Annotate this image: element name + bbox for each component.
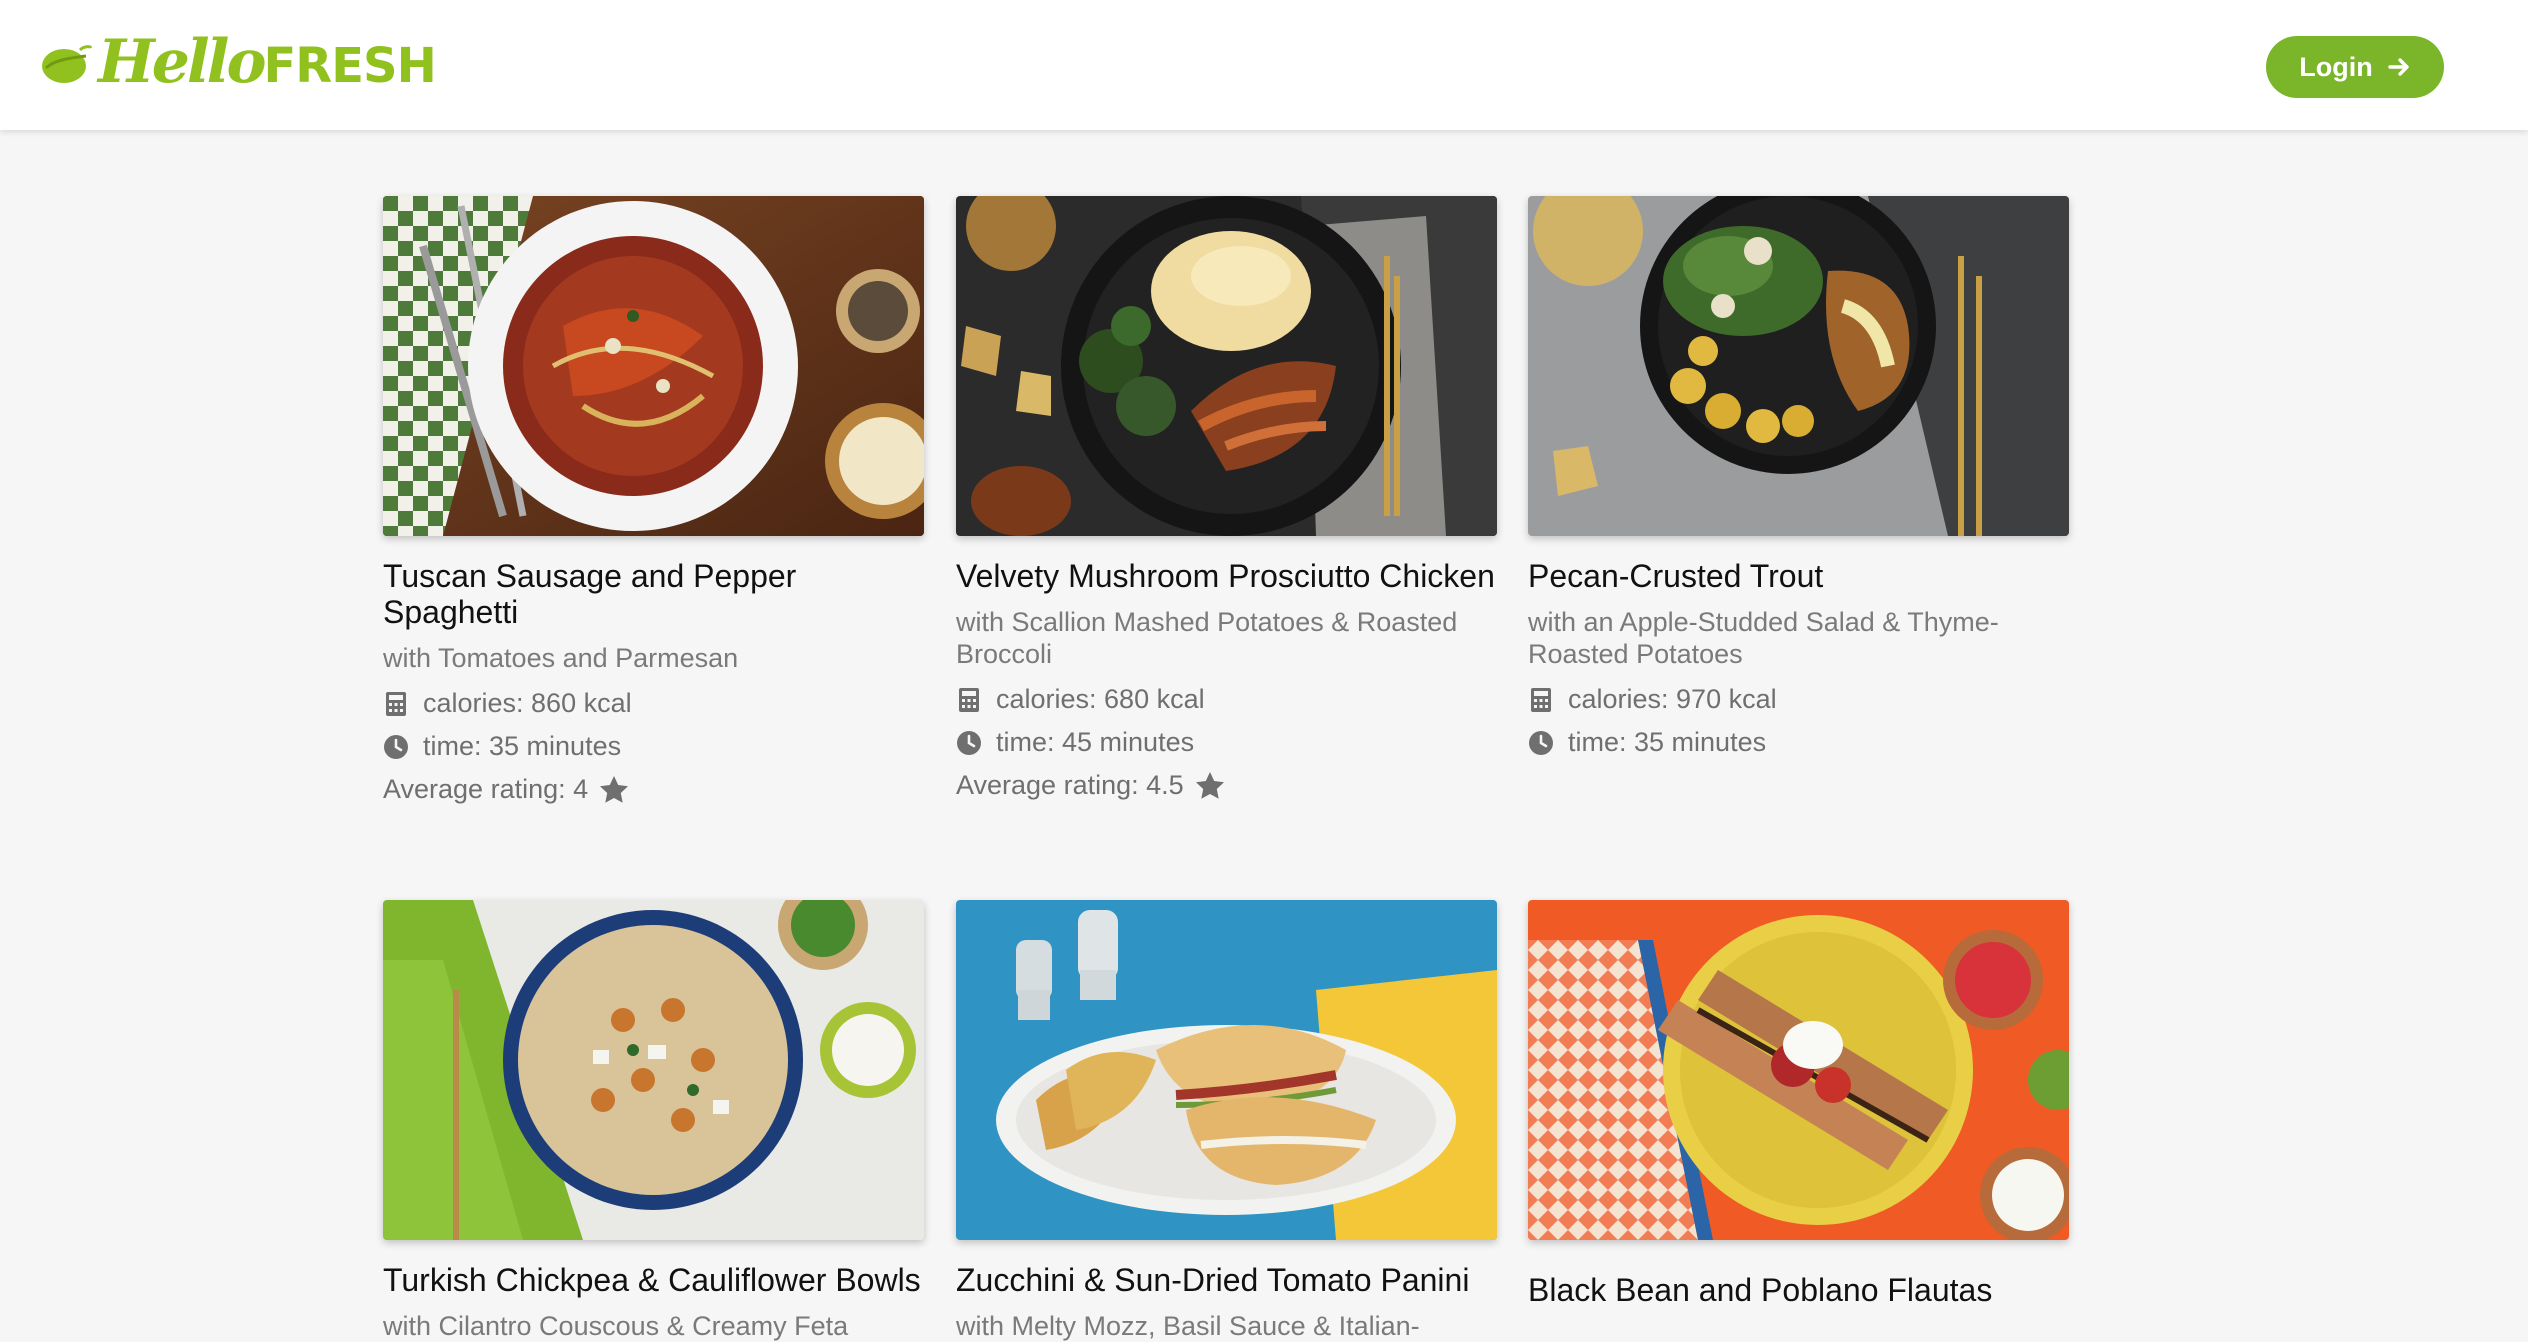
clock-icon xyxy=(957,730,981,755)
recipe-card[interactable]: Zucchini & Sun-Dried Tomato Panini with … xyxy=(956,900,1497,1342)
recipe-title[interactable]: Tuscan Sausage and Pepper Spaghetti xyxy=(383,558,924,630)
calories-row: calories: 680 kcal xyxy=(956,678,1497,721)
recipe-title[interactable]: Turkish Chickpea & Cauliflower Bowls xyxy=(383,1262,924,1298)
recipe-subtitle: with Cilantro Couscous & Creamy Feta xyxy=(383,1311,849,1341)
recipe-subtitle: with Melty Mozz, Basil Sauce & Italian- xyxy=(956,1311,1420,1341)
recipe-meta: calories: 970 kcal time: 35 minutes xyxy=(1528,678,2069,764)
time-text: time: 35 minutes xyxy=(1568,727,1767,757)
recipe-image[interactable] xyxy=(956,196,1497,536)
hellofresh-logo[interactable]: HelloFRESH xyxy=(40,27,437,100)
recipe-card[interactable]: Velvety Mushroom Prosciutto Chicken with… xyxy=(956,196,1497,807)
clock-icon xyxy=(384,734,408,759)
time-row: time: 45 minutes xyxy=(956,721,1497,764)
rating-row: Average rating: 4.5 xyxy=(956,764,1497,807)
recipe-title[interactable]: Black Bean and Poblano Flautas xyxy=(1528,1272,2069,1308)
chicken-plate-image xyxy=(956,196,1497,536)
recipe-card[interactable]: Tuscan Sausage and Pepper Spaghetti with… xyxy=(383,196,924,811)
arrow-right-icon xyxy=(2388,58,2409,76)
recipe-card[interactable]: Turkish Chickpea & Cauliflower Bowls wit… xyxy=(383,900,924,1342)
recipe-meta: calories: 860 kcal time: 35 minutes Aver… xyxy=(383,682,924,811)
calculator-icon xyxy=(1531,687,1551,712)
login-label: Login xyxy=(2299,51,2373,82)
spaghetti-bowl-image xyxy=(383,196,924,536)
rating-row: Average rating: 4 xyxy=(383,768,924,811)
calories-text: calories: 860 kcal xyxy=(423,688,632,718)
recipe-title[interactable]: Pecan-Crusted Trout xyxy=(1528,558,2069,594)
chickpea-bowl-image xyxy=(383,900,924,1240)
panini-plate-image xyxy=(956,900,1497,1240)
logo-hello: Hello xyxy=(98,27,266,97)
recipe-image[interactable] xyxy=(383,196,924,536)
recipe-card[interactable]: Pecan-Crusted Trout with an Apple-Studde… xyxy=(1528,196,2069,764)
time-text: time: 35 minutes xyxy=(423,731,622,761)
recipe-title[interactable]: Zucchini & Sun-Dried Tomato Panini xyxy=(956,1262,1497,1298)
recipe-subtitle: with Tomatoes and Parmesan xyxy=(383,643,739,673)
calculator-icon xyxy=(386,691,406,716)
time-row: time: 35 minutes xyxy=(383,725,924,768)
calories-text: calories: 970 kcal xyxy=(1568,684,1777,714)
logo-wordmark: HelloFRESH xyxy=(98,27,437,100)
clock-icon xyxy=(1529,730,1553,755)
recipe-card[interactable]: Black Bean and Poblano Flautas xyxy=(1528,900,2069,1308)
recipe-image[interactable] xyxy=(1528,196,2069,536)
recipe-image[interactable] xyxy=(383,900,924,1240)
top-header: HelloFRESH Login xyxy=(0,0,2528,130)
lime-leaf-icon xyxy=(42,45,92,83)
rating-text: Average rating: 4 xyxy=(383,774,589,804)
recipe-subtitle: with an Apple-Studded Salad & Thyme-Roas… xyxy=(1528,607,1999,669)
calories-text: calories: 680 kcal xyxy=(996,684,1205,714)
recipe-title[interactable]: Velvety Mushroom Prosciutto Chicken xyxy=(956,558,1497,594)
calories-row: calories: 860 kcal xyxy=(383,682,924,725)
star-icon xyxy=(1195,771,1224,799)
star-icon xyxy=(600,775,629,803)
calculator-icon xyxy=(959,687,979,712)
logo-fresh: FRESH xyxy=(263,38,436,94)
login-button[interactable]: Login xyxy=(2266,36,2444,98)
recipe-image[interactable] xyxy=(1528,900,2069,1240)
time-text: time: 45 minutes xyxy=(996,727,1195,757)
time-row: time: 35 minutes xyxy=(1528,721,2069,764)
rating-text: Average rating: 4.5 xyxy=(956,770,1184,800)
calories-row: calories: 970 kcal xyxy=(1528,678,2069,721)
flautas-plate-image xyxy=(1528,900,2069,1240)
trout-plate-image xyxy=(1528,196,2069,536)
recipe-meta: calories: 680 kcal time: 45 minutes Aver… xyxy=(956,678,1497,807)
recipe-image[interactable] xyxy=(956,900,1497,1240)
recipe-subtitle: with Scallion Mashed Potatoes & Roasted … xyxy=(956,607,1458,669)
